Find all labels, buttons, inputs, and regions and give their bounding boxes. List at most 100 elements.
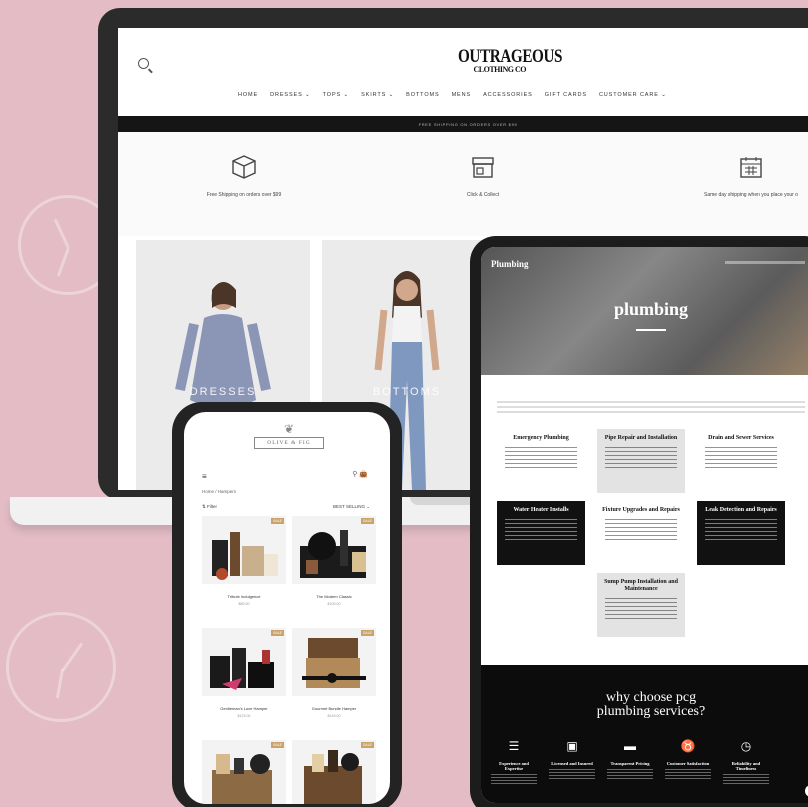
nav-item-dresses[interactable]: DRESSES ⌄ [270, 92, 311, 98]
why-title-line2: plumbing services? [596, 704, 706, 719]
service-title: Drain and Sewer Services [708, 435, 774, 441]
why-title: why choose pcg plumbing services? [481, 691, 808, 719]
service-title: Leak Detection and Repairs [705, 507, 777, 513]
product-card[interactable]: SALE The Modern Classic $109.00 [292, 516, 376, 606]
product-name: Gourmet Bundle Hamper [311, 706, 357, 711]
hamper-photo [212, 754, 272, 804]
filter-button[interactable]: ⇅ Filter [202, 504, 217, 510]
nav-item-skirts[interactable]: SKIRTS ⌄ [361, 92, 394, 98]
product-name: Gentleman's Luxe Hamper [220, 706, 268, 711]
feature-label: Free Shipping on orders over $99 [206, 192, 282, 198]
why-item-title: Experience and Expertise [499, 761, 529, 771]
service-title: Fixture Upgrades and Repairs [602, 507, 680, 513]
hero-title: plumbing [613, 299, 689, 319]
nav-item-bottoms[interactable]: BOTTOMS [406, 92, 439, 98]
why-item: ▬ Transparent Pricing [607, 739, 653, 784]
intro-text [497, 401, 805, 413]
why-item-title: Transparent Pricing [610, 761, 650, 766]
service-text [705, 519, 777, 541]
cart-icon[interactable]: 👜 [359, 471, 368, 478]
product-card[interactable]: SALE [202, 740, 286, 804]
service-title: Water Heater Installs [513, 507, 569, 513]
product-price: $149.00 [327, 714, 341, 718]
why-item-title: Licensed and Insured [551, 761, 593, 766]
product-image: SALE [202, 628, 286, 696]
category-label: DRESSES [189, 386, 257, 398]
clock-decoration [6, 612, 116, 722]
hero-banner: Plumbing plumbing [481, 247, 808, 375]
fig-leaf-icon: ❦ [283, 422, 295, 436]
product-card[interactable]: SALE Gourmet Bundle Hamper $149.00 [292, 628, 376, 718]
feature-click-collect: Click & Collect [438, 152, 528, 198]
product-price: $109.00 [327, 602, 341, 606]
product-price: $89.00 [238, 602, 250, 606]
feature-label: Same day shipping when you place your o [704, 192, 798, 198]
site-logo[interactable]: ❦ OLIVE & FIG [254, 422, 324, 462]
calendar-icon [736, 152, 766, 182]
product-image: SALE [202, 516, 286, 584]
product-name: The Modern Classic [316, 594, 352, 599]
breadcrumb[interactable]: Home / Hampers [202, 489, 236, 494]
nav-item-mens[interactable]: MENS [452, 92, 472, 98]
sale-badge: SALE [361, 742, 374, 748]
service-card[interactable]: Sump Pump Installation and Maintenance [597, 573, 685, 637]
hamper-photo [212, 532, 278, 580]
pricing-icon: ▬ [624, 739, 636, 753]
search-icon[interactable]: ⚲ [352, 471, 357, 478]
category-label: BOTTOMS [372, 386, 442, 398]
header-icons: ⚲ 👜 [352, 470, 368, 478]
service-title: Pipe Repair and Installation [604, 435, 678, 441]
why-item: ☰ Experience and Expertise [491, 739, 537, 784]
feature-label: Click & Collect [466, 192, 500, 198]
nav-item-home[interactable]: HOME [238, 92, 258, 98]
clock-icon: ◷ [740, 739, 752, 753]
sale-badge: SALE [361, 630, 374, 636]
site-logo[interactable]: OUTRAGEOUS CLOTHING CO [458, 46, 588, 74]
nav-item-customer-care[interactable]: CUSTOMER CARE ⌄ [599, 92, 667, 98]
why-item: ◷ Reliability and Timeliness [723, 739, 769, 784]
hamper-photo [210, 648, 274, 690]
features-strip: Free Shipping on orders over $99 Click &… [118, 132, 808, 236]
service-title: Sump Pump Installation and Maintenance [604, 579, 678, 592]
why-item-title: Reliability and Timeliness [731, 761, 761, 771]
why-items: ☰ Experience and Expertise ▣ Licensed and … [491, 739, 769, 784]
service-card[interactable]: Drain and Sewer Services [697, 429, 785, 493]
promo-bar: FREE SHIPPING ON ORDERS OVER $99 [118, 116, 808, 132]
service-card[interactable]: Emergency Plumbing [497, 429, 585, 493]
service-text [705, 447, 777, 469]
service-title: Emergency Plumbing [513, 435, 569, 441]
why-choose-section: why choose pcg plumbing services? ☰ Experi… [481, 665, 808, 803]
nav-item-gift-cards[interactable]: GIFT CARDS [545, 92, 587, 98]
service-card[interactable]: Fixture Upgrades and Repairs [597, 501, 685, 565]
service-card[interactable]: Pipe Repair and Installation [597, 429, 685, 493]
hamper-photo [302, 638, 366, 688]
service-card[interactable]: Water Heater Installs [497, 501, 585, 565]
hamper-photo [300, 530, 366, 578]
service-text [605, 519, 677, 541]
product-image: SALE [292, 628, 376, 696]
hamper-photo [304, 750, 362, 804]
top-nav[interactable] [725, 261, 805, 264]
site-brand[interactable]: Plumbing [491, 259, 529, 269]
list-icon: ☰ [508, 739, 520, 753]
logo-line1: OUTRAGEOUS [458, 46, 563, 67]
product-card[interactable]: SALE [292, 740, 376, 804]
why-item-text [491, 774, 537, 784]
product-name: Tribute Indulgence [227, 594, 261, 599]
medal-icon: ♉ [680, 739, 696, 753]
nav-item-tops[interactable]: TOPS ⌄ [323, 92, 349, 98]
why-item-text [665, 769, 711, 779]
nav-item-accessories[interactable]: ACCESSORIES [483, 92, 533, 98]
main-nav: HOME DRESSES ⌄ TOPS ⌄ SKIRTS ⌄ BOTTOMS M… [238, 92, 667, 98]
why-item-title: Customer Satisfaction [666, 761, 710, 766]
product-card[interactable]: SALE Gentleman's Luxe Hamper $129.00 [202, 628, 286, 718]
why-item-text [607, 769, 653, 779]
product-card[interactable]: SALE Tribute Indulgence $89.00 [202, 516, 286, 606]
product-image: SALE [292, 516, 376, 584]
sort-select[interactable]: BEST SELLING ⌄ [333, 504, 370, 510]
menu-icon[interactable]: ≡ [202, 472, 207, 481]
service-card[interactable]: Leak Detection and Repairs [697, 501, 785, 565]
sale-badge: SALE [271, 742, 284, 748]
search-icon[interactable] [138, 58, 149, 69]
service-text [605, 447, 677, 469]
